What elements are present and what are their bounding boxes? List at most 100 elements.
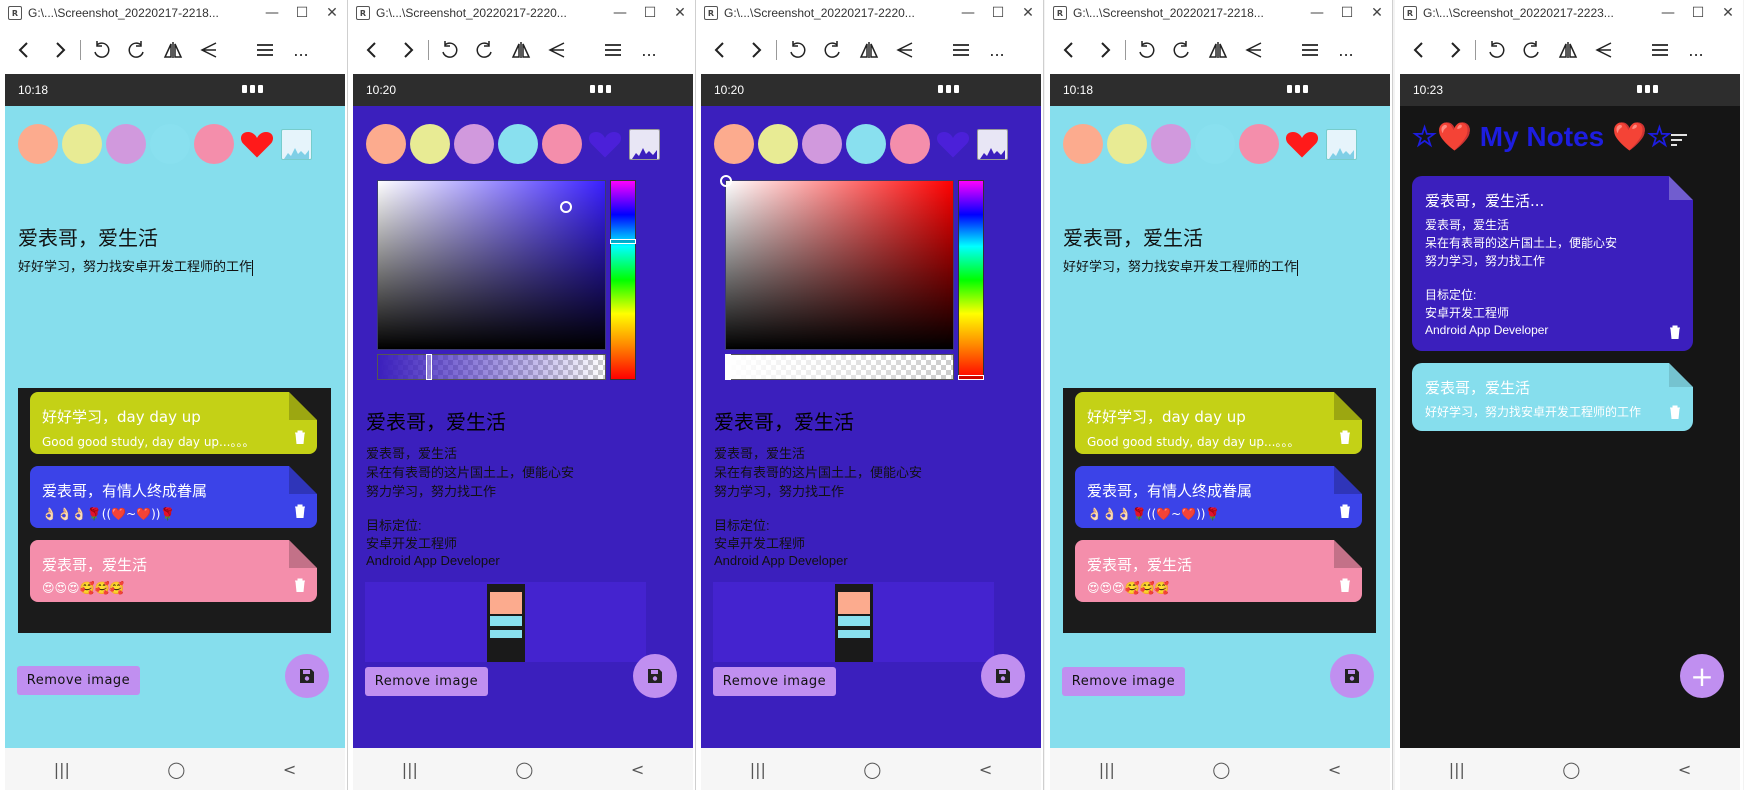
minimize-button[interactable]: — — [1653, 5, 1683, 21]
heart-icon[interactable] — [1284, 126, 1320, 162]
maximize-button[interactable]: ☐ — [1683, 5, 1713, 21]
maximize-button[interactable]: ☐ — [287, 5, 317, 21]
rotate-left-icon[interactable] — [83, 35, 119, 65]
rotate-left-icon[interactable] — [431, 35, 467, 65]
previous-icon[interactable] — [1401, 35, 1437, 65]
maximize-button[interactable]: ☐ — [1332, 5, 1362, 21]
note-title[interactable]: 爱表哥，爱生活 — [1063, 222, 1203, 251]
rotate-left-icon[interactable] — [1128, 35, 1164, 65]
more-button[interactable]: ... — [1328, 35, 1364, 65]
back-icon[interactable]: < — [1678, 760, 1691, 779]
close-button[interactable]: ✕ — [1713, 5, 1743, 21]
sv-thumb[interactable] — [560, 201, 572, 213]
save-button[interactable] — [981, 654, 1025, 698]
rotate-left-icon[interactable] — [1478, 35, 1514, 65]
back-icon[interactable]: < — [283, 760, 296, 779]
remove-image-button[interactable]: Remove image — [713, 667, 836, 696]
flip-horizontal-icon[interactable] — [1200, 35, 1236, 65]
more-button[interactable]: ... — [283, 35, 319, 65]
back-icon[interactable]: < — [979, 760, 992, 779]
delete-icon[interactable] — [294, 504, 306, 518]
hue-thumb[interactable] — [958, 375, 984, 380]
note-body-input[interactable]: 好好学习，努力找安卓开发工程师的工作 — [1063, 256, 1299, 276]
home-icon[interactable]: ◯ — [1562, 760, 1580, 779]
saturation-value-panel[interactable] — [720, 175, 954, 350]
home-icon[interactable]: ◯ — [167, 760, 185, 779]
back-icon[interactable]: < — [1328, 760, 1341, 779]
heart-icon[interactable] — [239, 126, 275, 162]
sort-icon[interactable] — [1670, 133, 1688, 147]
rotate-right-icon[interactable] — [1164, 35, 1200, 65]
rotate-right-icon[interactable] — [1514, 35, 1550, 65]
color-pink[interactable] — [194, 124, 234, 164]
note-body-input[interactable]: 好好学习，努力找安卓开发工程师的工作 — [18, 256, 254, 276]
recents-icon[interactable]: ||| — [1449, 760, 1465, 779]
color-pink[interactable] — [1239, 124, 1279, 164]
close-button[interactable]: ✕ — [1362, 5, 1392, 21]
note-title[interactable]: 爱表哥，爱生活 — [714, 406, 854, 435]
color-pink[interactable] — [890, 124, 930, 164]
previous-icon[interactable] — [702, 35, 738, 65]
rotate-right-icon[interactable] — [119, 35, 155, 65]
sv-thumb[interactable] — [720, 175, 732, 187]
remove-image-button[interactable]: Remove image — [17, 666, 140, 695]
rotate-left-icon[interactable] — [779, 35, 815, 65]
home-icon[interactable]: ◯ — [515, 760, 533, 779]
minimize-button[interactable]: — — [1302, 5, 1332, 21]
color-cyan[interactable] — [150, 124, 190, 164]
color-yellow[interactable] — [758, 124, 798, 164]
image-picker-icon[interactable] — [977, 128, 1008, 160]
flip-horizontal-icon[interactable] — [851, 35, 887, 65]
color-peach[interactable] — [714, 124, 754, 164]
recents-icon[interactable]: ||| — [402, 760, 418, 779]
maximize-button[interactable]: ☐ — [983, 5, 1013, 21]
alpha-slider[interactable] — [725, 354, 954, 380]
image-picker-icon[interactable] — [1326, 128, 1357, 160]
color-peach[interactable] — [366, 124, 406, 164]
delete-icon[interactable] — [294, 578, 306, 592]
save-button[interactable] — [633, 654, 677, 698]
note-card-2[interactable]: 爱表哥，爱生活 好好学习，努力找安卓开发工程师的工作 — [1412, 363, 1693, 431]
color-cyan[interactable] — [498, 124, 538, 164]
color-lavender[interactable] — [106, 124, 146, 164]
more-button[interactable]: ... — [631, 35, 667, 65]
add-note-button[interactable]: + — [1680, 654, 1724, 698]
color-cyan[interactable] — [846, 124, 886, 164]
note-card-1[interactable]: 好好学习，day day up Good good study, day day … — [30, 392, 317, 454]
next-icon[interactable] — [738, 35, 774, 65]
image-picker-icon[interactable] — [629, 128, 660, 160]
flip-horizontal-icon[interactable] — [503, 35, 539, 65]
color-cyan[interactable] — [1195, 124, 1235, 164]
menu-icon[interactable] — [247, 35, 283, 65]
delete-icon[interactable] — [1339, 504, 1351, 518]
color-yellow[interactable] — [410, 124, 450, 164]
close-button[interactable]: ✕ — [1013, 5, 1043, 21]
heart-icon[interactable] — [935, 126, 971, 162]
recents-icon[interactable]: ||| — [54, 760, 70, 779]
color-lavender[interactable] — [454, 124, 494, 164]
delete-icon[interactable] — [1339, 578, 1351, 592]
close-button[interactable]: ✕ — [665, 5, 695, 21]
note-body[interactable]: 爱表哥，爱生活 呆在有表哥的这片国土上，便能心安 努力学习，努力找工作 目标定位… — [714, 444, 922, 569]
color-peach[interactable] — [18, 124, 58, 164]
alpha-thumb[interactable] — [725, 354, 731, 380]
flip-vertical-icon[interactable] — [1586, 35, 1622, 65]
note-card-1[interactable]: 好好学习，day day up Good good study, day day … — [1075, 392, 1362, 454]
heart-icon[interactable] — [587, 126, 623, 162]
minimize-button[interactable]: — — [953, 5, 983, 21]
delete-icon[interactable] — [1669, 405, 1681, 419]
color-yellow[interactable] — [62, 124, 102, 164]
more-button[interactable]: ... — [979, 35, 1015, 65]
delete-icon[interactable] — [1669, 325, 1681, 339]
previous-icon[interactable] — [1051, 35, 1087, 65]
image-picker-icon[interactable] — [281, 128, 312, 160]
note-card-1[interactable]: 爱表哥，爱生活... 爱表哥，爱生活 呆在有表哥的这片国土上，便能心安 努力学习… — [1412, 176, 1693, 351]
color-pink[interactable] — [542, 124, 582, 164]
close-button[interactable]: ✕ — [317, 5, 347, 21]
hue-slider[interactable] — [958, 180, 984, 380]
maximize-button[interactable]: ☐ — [635, 5, 665, 21]
color-lavender[interactable] — [1151, 124, 1191, 164]
previous-icon[interactable] — [6, 35, 42, 65]
recents-icon[interactable]: ||| — [750, 760, 766, 779]
previous-icon[interactable] — [354, 35, 390, 65]
